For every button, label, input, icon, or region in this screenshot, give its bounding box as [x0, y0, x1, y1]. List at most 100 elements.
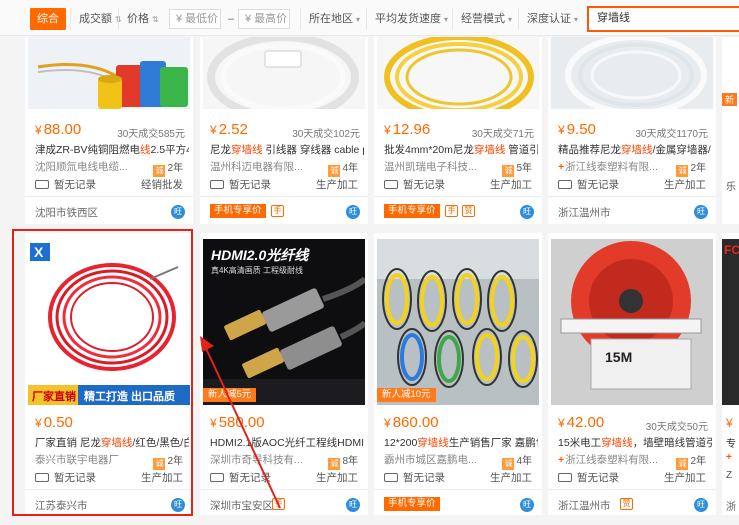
- divider: [200, 196, 368, 197]
- search-input[interactable]: 穿墙线: [587, 6, 739, 32]
- title-prefix: 尼龙: [210, 144, 231, 156]
- product-card[interactable]: 15M ¥42.00 30天成交50元 15米电工穿墙线，墙壁暗线管道引... …: [548, 233, 716, 515]
- price-value: 2.52: [218, 121, 248, 138]
- product-title[interactable]: 尼龙穿墙线 引线器 穿线器 cable pu...: [210, 142, 364, 157]
- product-card[interactable]: 新人减10元 ¥860.00 12*200穿墙线生产销售厂家 嘉鹏包... 霸州…: [374, 233, 542, 515]
- business-mode: 生产加工: [316, 179, 358, 191]
- shop-location: 沈阳市铁西区: [35, 207, 98, 219]
- product-title[interactable]: 15米电工穿墙线，墙壁暗线管道引...: [558, 435, 712, 450]
- product-image[interactable]: [551, 37, 713, 109]
- biz-mode-label: 经营模式: [461, 13, 505, 25]
- sort-volume-tab[interactable]: 成交额 ⇅: [70, 8, 122, 30]
- title-prefix: 12*200: [384, 437, 418, 449]
- shop-name[interactable]: 霸州市城区嘉鹏电...: [384, 452, 496, 467]
- chevron-down-icon: ▾: [444, 15, 449, 24]
- shop-name[interactable]: 泰兴市联宇电器厂: [35, 452, 147, 467]
- integrity-icon: 诚: [153, 458, 166, 470]
- product-title[interactable]: 12*200穿墙线生产销售厂家 嘉鹏包...: [384, 435, 538, 450]
- certification-dropdown[interactable]: 深度认证 ▾: [518, 8, 578, 30]
- member-years: 诚 2年: [676, 159, 706, 177]
- product-title[interactable]: 津成ZR-BV纯铜阻燃电线2.5平方4平...: [35, 142, 189, 157]
- title-suffix: 引线器 穿线器 cable pu...: [265, 144, 364, 156]
- price-value: 9.50: [566, 121, 596, 138]
- member-years: 诚 8年: [328, 452, 358, 470]
- white-fish-tape-image: [203, 37, 365, 109]
- partial-text: 乐: [726, 182, 736, 193]
- product-image[interactable]: 新人减10元: [377, 239, 539, 405]
- annotation-arrow-icon: [200, 336, 281, 509]
- wangwang-chat-icon[interactable]: 旺: [520, 205, 534, 219]
- shop-name-text: 浙江线泰塑料有限...: [565, 161, 658, 173]
- product-card[interactable]: ¥12.96 30天成交71元 批发4mm*20m尼龙穿墙线 管道引... 温州…: [374, 37, 542, 224]
- product-image[interactable]: X 厂家直销 精工打造 出口品质: [28, 239, 190, 405]
- business-mode: 生产加工: [316, 472, 358, 484]
- shop-name[interactable]: 温州凯瑞电子科技...: [384, 159, 496, 174]
- truck-icon: [558, 473, 572, 482]
- member-years: 诚 2年: [153, 452, 183, 470]
- delivery-record: 暂无记录: [384, 470, 445, 485]
- price-max-input[interactable]: ¥ 最高价: [238, 9, 290, 29]
- integrity-icon: 诚: [676, 458, 689, 470]
- title-prefix: 津成ZR-BV纯铜阻燃电: [35, 144, 140, 156]
- shop-location: 浙江温州市: [558, 500, 611, 512]
- delivery-record-text: 暂无记录: [403, 179, 445, 191]
- title-keyword: 穿墙线: [417, 437, 449, 449]
- product-image[interactable]: [377, 37, 539, 109]
- member-years-value: 4年: [342, 163, 358, 174]
- product-price: ¥2.52: [210, 121, 248, 138]
- shop-location: 浙江温州市: [558, 207, 611, 219]
- member-years: 诚 4年: [328, 159, 358, 177]
- product-title[interactable]: 批发4mm*20m尼龙穿墙线 管道引...: [384, 142, 538, 157]
- integrity-icon: 诚: [502, 165, 515, 177]
- shop-name[interactable]: +浙江线泰塑料有限...: [558, 452, 670, 467]
- wangwang-chat-icon[interactable]: 旺: [171, 498, 185, 512]
- reel-with-ruler-image: [551, 239, 713, 405]
- wangwang-chat-icon[interactable]: 旺: [171, 205, 185, 219]
- title-prefix: 批发4mm*20m尼龙: [384, 144, 474, 156]
- truck-icon: [35, 473, 49, 482]
- region-dropdown[interactable]: 所在地区 ▾: [300, 8, 360, 30]
- price-min-input[interactable]: ¥ 最低价: [169, 9, 221, 29]
- product-card[interactable]: ¥88.00 30天成交585元 津成ZR-BV纯铜阻燃电线2.5平方4平...…: [25, 37, 193, 224]
- product-image[interactable]: [28, 37, 190, 109]
- banner-right-text: 精工打造 出口品质: [84, 391, 176, 403]
- wangwang-chat-icon[interactable]: 旺: [346, 498, 360, 512]
- currency-symbol: ¥: [35, 416, 42, 430]
- product-title[interactable]: 厂家直销 尼龙穿墙线/红色/黑色/白...: [35, 435, 189, 450]
- product-card[interactable]: ¥9.50 30天成交1170元 精品推荐尼龙穿墙线/金属穿墙器/电... +浙…: [548, 37, 716, 224]
- shop-name[interactable]: +浙江线泰塑料有限...: [558, 159, 670, 174]
- business-mode: 生产加工: [664, 472, 706, 484]
- currency-symbol: ¥: [384, 416, 391, 430]
- delivery-record-text: 暂无记录: [577, 472, 619, 484]
- product-card-partial[interactable]: 新 乐: [722, 37, 739, 224]
- delivery-record: 暂无记录: [558, 177, 619, 192]
- product-card[interactable]: ¥2.52 30天成交102元 尼龙穿墙线 引线器 穿线器 cable pu..…: [200, 37, 368, 224]
- shop-name[interactable]: 沈阳顺氚电线电缆...: [35, 159, 147, 174]
- region-label: 所在地区: [309, 13, 353, 25]
- mobile-price-badge: 手机专享价: [210, 204, 266, 218]
- promo-badge: 新人减10元: [377, 388, 436, 402]
- ship-speed-dropdown[interactable]: 平均发货速度 ▾: [366, 8, 448, 30]
- truck-icon: [384, 180, 398, 189]
- wangwang-chat-icon[interactable]: 旺: [346, 205, 360, 219]
- product-card[interactable]: X 厂家直销 精工打造 出口品质 ¥0.50 厂家直销 尼龙穿墙线/红色/黑色/…: [25, 233, 193, 515]
- sort-volume-label: 成交额: [79, 13, 112, 25]
- sort-price-tab[interactable]: 价格 ⇅: [118, 8, 159, 30]
- truck-icon: [35, 180, 49, 189]
- delivery-record-text: 暂无记录: [54, 472, 96, 484]
- product-card-partial[interactable]: FC ¥ 专 + Z 浙: [722, 233, 739, 515]
- shop-name[interactable]: 温州科迈电器有限...: [210, 159, 322, 174]
- product-title[interactable]: 精品推荐尼龙穿墙线/金属穿墙器/电...: [558, 142, 712, 157]
- product-price: ¥860.00: [384, 414, 439, 431]
- wangwang-chat-icon[interactable]: 旺: [694, 205, 708, 219]
- currency-symbol: ¥: [210, 123, 217, 137]
- member-years: 诚 2年: [153, 159, 183, 177]
- sort-comprehensive-tab[interactable]: 综合: [30, 8, 66, 30]
- product-image[interactable]: FC: [722, 239, 739, 405]
- product-image[interactable]: 15M: [551, 239, 713, 405]
- wangwang-chat-icon[interactable]: 旺: [694, 498, 708, 512]
- mobile-icon: 手: [445, 205, 458, 217]
- biz-mode-dropdown[interactable]: 经营模式 ▾: [452, 8, 512, 30]
- wangwang-chat-icon[interactable]: 旺: [520, 498, 534, 512]
- product-image[interactable]: [203, 37, 365, 109]
